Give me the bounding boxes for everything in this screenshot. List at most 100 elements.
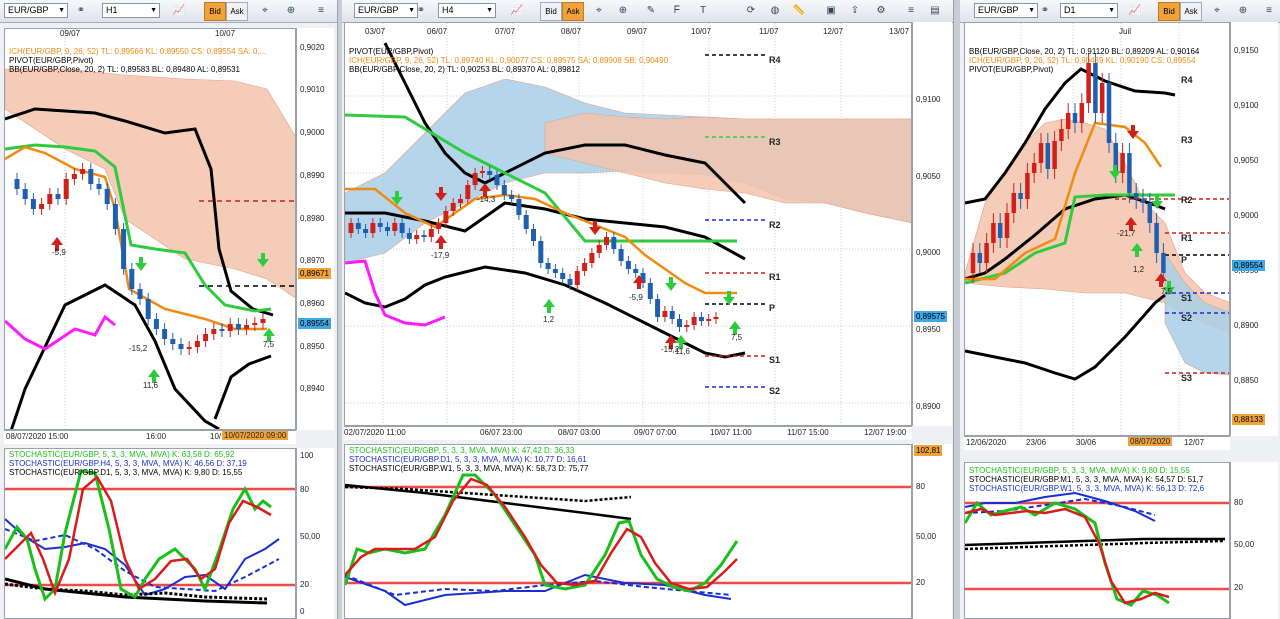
- refresh-icon[interactable]: ⟳: [742, 3, 760, 20]
- candle-body: [494, 175, 500, 185]
- bid-button[interactable]: Bid: [540, 2, 562, 21]
- chevron-down-icon[interactable]: ▼: [150, 4, 157, 17]
- stochastic-axis: 100 80 50,00 20 0: [296, 448, 334, 619]
- zoom-icon[interactable]: ⊕: [614, 3, 632, 20]
- symbol-select[interactable]: EUR/GBP ▼: [974, 3, 1038, 18]
- timeframe-value: H4: [442, 5, 454, 15]
- ask-button[interactable]: Ask: [226, 2, 248, 21]
- top-date-label: 09/07: [627, 27, 648, 36]
- chevron-down-icon[interactable]: ▼: [1108, 4, 1115, 17]
- text-icon[interactable]: T: [694, 3, 712, 20]
- candle-body: [501, 185, 507, 195]
- bollinger-lower: [10, 283, 220, 429]
- candle-body: [385, 227, 390, 231]
- ruler-icon[interactable]: 📏: [790, 3, 808, 20]
- legend-line: STOCHASTIC(EUR/GBP.H4, 5, 3, 3, MVA, MVA…: [9, 459, 247, 468]
- bid-button[interactable]: Bid: [1158, 2, 1180, 21]
- link-icon[interactable]: ⚭: [1036, 3, 1054, 20]
- chart-type-icon[interactable]: 📈: [1126, 3, 1144, 20]
- candle-body: [1133, 193, 1139, 199]
- menu-icon[interactable]: ≡: [902, 3, 920, 20]
- y-tick: 80: [916, 482, 925, 491]
- stochastic-d1-k: [345, 573, 732, 607]
- chart-type-icon[interactable]: 📈: [508, 3, 526, 20]
- candle-body: [14, 179, 20, 189]
- bid-button[interactable]: Bid: [204, 2, 226, 21]
- menu-icon[interactable]: ≡: [312, 3, 330, 20]
- candle-body: [112, 204, 118, 229]
- top-date-label: 03/07: [365, 27, 386, 36]
- candle-body: [487, 171, 493, 175]
- settings-icon[interactable]: ⚙: [872, 3, 890, 20]
- candle-body: [531, 229, 536, 241]
- x-tick: 10/07 11:00: [710, 428, 752, 437]
- image-icon[interactable]: ▣: [822, 3, 840, 20]
- time-tag: 10/07/2020 09:00: [222, 431, 289, 440]
- symbol-select[interactable]: EUR/GBP ▼: [354, 3, 418, 18]
- chevron-down-icon[interactable]: ▼: [58, 4, 65, 17]
- chevron-down-icon[interactable]: ▼: [1028, 4, 1035, 17]
- candle-body: [355, 223, 361, 229]
- crosshair-icon[interactable]: ⌖: [590, 3, 608, 20]
- crosshair-icon[interactable]: ⌖: [256, 3, 274, 20]
- timeframe-select[interactable]: D1 ▼: [1060, 3, 1118, 18]
- top-date-label: 09/07: [60, 29, 81, 38]
- candle-body: [377, 223, 383, 227]
- price-pane[interactable]: Juil BB(EUR/GBP,Close, 20, 2) TL: 0,9112…: [964, 22, 1230, 436]
- stochastic-axis: 102,81 80 50,00 20: [912, 444, 952, 619]
- candle-body: [970, 253, 976, 273]
- candle-body: [244, 325, 250, 329]
- candle-body: [30, 199, 36, 209]
- price-pane[interactable]: 09/07 10/07 ICH(EUR/GBP, 9, 26, 52) TL: …: [4, 28, 296, 430]
- legend-line: STOCHASTIC(EUR/GBP.D1, 5, 3, 3, MVA, MVA…: [9, 468, 243, 477]
- timeframe-select[interactable]: H4 ▼: [438, 3, 496, 18]
- candle-body: [589, 253, 595, 263]
- zoom-icon[interactable]: ⊕: [1234, 3, 1252, 20]
- price-pane[interactable]: 03/07 06/07 07/07 08/07 09/07 10/07 11/0…: [344, 22, 912, 426]
- zoom-icon[interactable]: ⊕: [282, 3, 300, 20]
- y-tick: 0,9100: [916, 95, 941, 104]
- stochastic-pane[interactable]: STOCHASTIC(EUR/GBP, 5, 3, 3, MVA, MVA) K…: [344, 444, 912, 619]
- symbol-value: EUR/GBP: [8, 5, 49, 15]
- candle-body: [428, 229, 434, 237]
- layout-icon[interactable]: ▤: [926, 3, 944, 20]
- link-icon[interactable]: ⚭: [72, 3, 90, 20]
- price-tag: 0,88133: [1232, 414, 1265, 425]
- candle-body: [991, 223, 996, 243]
- export-icon[interactable]: ⇪: [846, 3, 864, 20]
- ask-button[interactable]: Ask: [562, 2, 584, 21]
- pivot-label: S3: [1181, 373, 1193, 383]
- delta-label: 1,2: [1133, 265, 1145, 274]
- candle-body: [137, 289, 143, 299]
- candle-body: [145, 299, 151, 319]
- candle-body: [348, 223, 354, 233]
- pivot-label: P: [769, 303, 776, 313]
- crosshair-icon[interactable]: ⌖: [1208, 3, 1226, 20]
- chevron-down-icon[interactable]: ▼: [486, 4, 493, 17]
- sell-arrow: [135, 257, 147, 271]
- menu-icon[interactable]: ≡: [1260, 3, 1278, 20]
- chart-type-icon[interactable]: 📈: [170, 3, 188, 20]
- y-tick: 80: [1234, 498, 1243, 507]
- delta-label: 7,5: [1161, 287, 1173, 296]
- stochastic-pane[interactable]: STOCHASTIC(EUR/GBP, 5, 3, 3, MVA, MVA) K…: [4, 448, 296, 619]
- ichimoku-cloud: [5, 68, 295, 299]
- delta-label: 11,6: [675, 347, 690, 356]
- legend-line: PIVOT(EUR/GBP,Pivot): [9, 56, 94, 65]
- y-tick: 0,8980: [300, 214, 325, 223]
- draw-icon[interactable]: ✎: [642, 3, 660, 20]
- candle-body: [538, 241, 544, 263]
- chart-window-h4: EUR/GBP ▼ ⚭ H4 ▼ 📈 Bid Ask ⌖ ⊕ ✎ ᖴ T ⟳ ◍ 📏…: [342, 0, 954, 619]
- top-date-label: 08/07: [561, 27, 582, 36]
- candle-body: [698, 317, 704, 321]
- stochastic-pane[interactable]: STOCHASTIC(EUR/GBP, 5, 3, 3, MVA, MVA) K…: [964, 462, 1230, 619]
- delta-label: -5,9: [52, 248, 66, 257]
- candle-body: [479, 171, 485, 173]
- globe-icon[interactable]: ◍: [766, 3, 784, 20]
- timeframe-select[interactable]: H1 ▼: [102, 3, 160, 18]
- symbol-select[interactable]: EUR/GBP ▼: [4, 3, 68, 18]
- link-icon[interactable]: ⚭: [412, 3, 430, 20]
- ask-button[interactable]: Ask: [1180, 2, 1202, 21]
- fibonacci-icon[interactable]: ᖴ: [668, 3, 686, 20]
- bollinger-lower: [965, 293, 1166, 381]
